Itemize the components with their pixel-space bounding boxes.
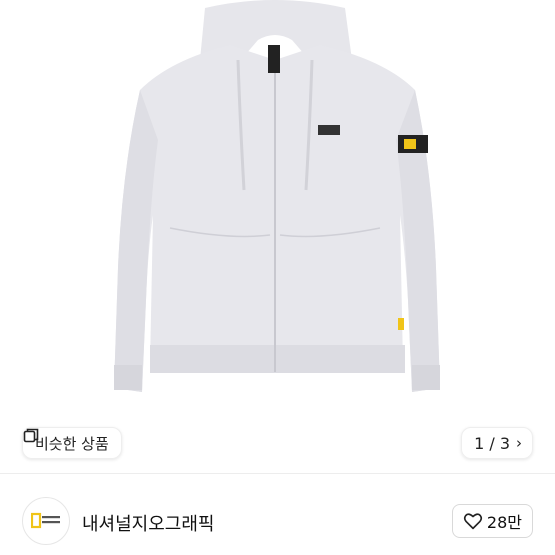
like-count: 28만	[486, 513, 522, 532]
product-image[interactable]: 비슷한 상품 1 / 3 ›	[0, 0, 555, 472]
gallery-counter[interactable]: 1 / 3 ›	[461, 427, 533, 459]
stacked-squares-icon	[23, 428, 39, 443]
heart-outline-icon	[463, 513, 483, 530]
shop-avatar[interactable]	[22, 497, 70, 545]
national-geographic-logo	[31, 512, 60, 529]
similar-products-button[interactable]: 비슷한 상품	[22, 427, 122, 459]
shop-bar: 내셔널지오그래픽 28만	[0, 474, 555, 555]
similar-products-label: 비슷한 상품	[35, 434, 109, 453]
gallery-counter-text: 1 / 3	[474, 433, 510, 453]
hoodie-photo	[114, 0, 440, 392]
chevron-right-icon[interactable]: ›	[516, 434, 522, 452]
like-button[interactable]: 28만	[451, 504, 533, 538]
shop-name[interactable]: 내셔널지오그래픽	[82, 510, 214, 536]
